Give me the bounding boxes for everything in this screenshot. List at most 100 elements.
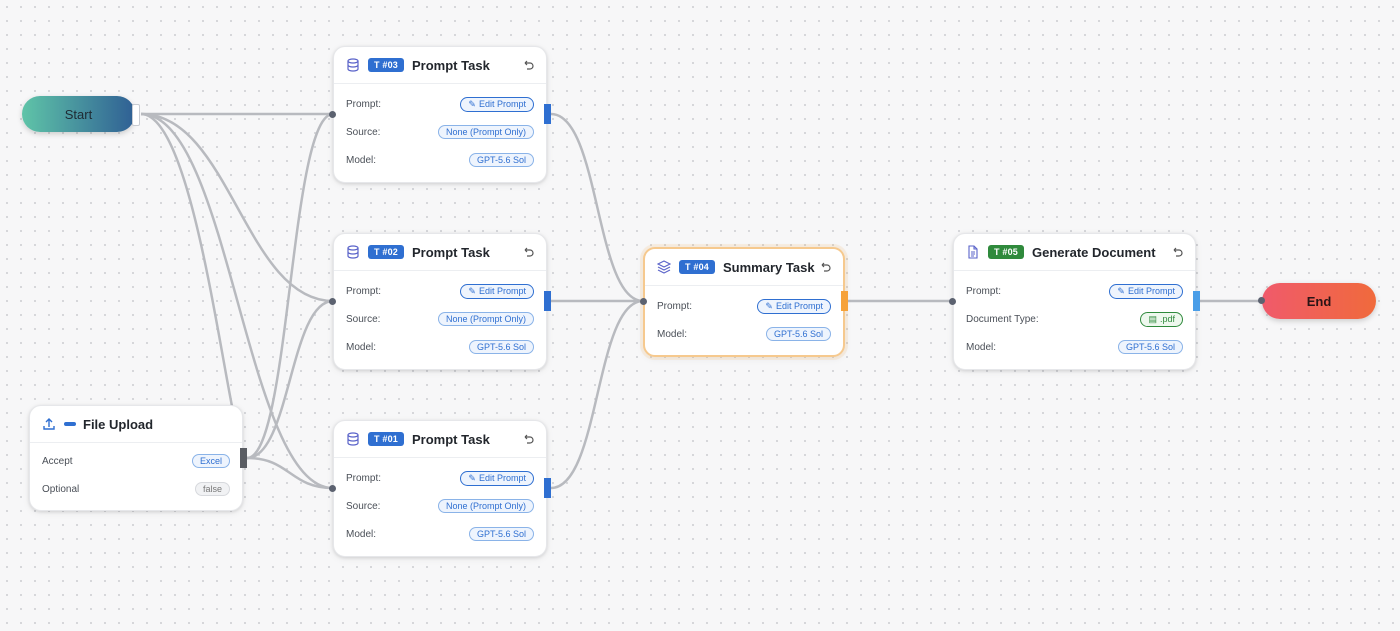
optional-value-badge[interactable]: false <box>194 482 230 496</box>
model-value-badge[interactable]: GPT-5.6 Sol <box>1117 340 1183 354</box>
start-label: Start <box>64 106 93 122</box>
file-icon: ▤ <box>1148 313 1157 324</box>
model-row: Model: GPT-5.6 Sol <box>645 320 843 348</box>
document-type-value: .pdf <box>1159 314 1175 324</box>
start-output-handle[interactable] <box>132 104 140 126</box>
prompt-label: Prompt: <box>346 285 382 297</box>
t04-input-handle[interactable] <box>640 298 647 305</box>
t05-input-handle[interactable] <box>949 298 956 305</box>
source-value-badge[interactable]: None (Prompt Only) <box>437 312 534 326</box>
task-title: Prompt Task <box>412 244 490 260</box>
upload-icon <box>42 417 56 431</box>
prompt-task-node-03[interactable]: T #03 Prompt Task Prompt: ✎ Edit Prompt S… <box>333 46 547 183</box>
end-input-handle[interactable] <box>1258 297 1265 304</box>
task-badge: T #03 <box>368 58 405 72</box>
model-label: Model: <box>346 528 377 540</box>
prompt-row: Prompt: ✎ Edit Prompt <box>334 277 546 305</box>
model-row: Model: GPT-5.6 Sol <box>334 333 546 361</box>
task-title: Prompt Task <box>412 57 490 73</box>
task-title: Summary Task <box>723 259 815 275</box>
source-value-badge[interactable]: None (Prompt Only) <box>437 125 534 139</box>
file-upload-node[interactable]: File Upload Accept Excel Optional false <box>29 405 243 511</box>
edit-prompt-button[interactable]: ✎ Edit Prompt <box>460 470 534 486</box>
generate-document-node-05[interactable]: T #05 Generate Document Prompt: ✎ Edit Pr… <box>953 233 1196 370</box>
edit-prompt-button[interactable]: ✎ Edit Prompt <box>460 283 534 299</box>
upload-optional-row: Optional false <box>30 475 242 503</box>
database-icon <box>346 58 360 72</box>
t02-input-handle[interactable] <box>329 298 336 305</box>
t04-output-handle[interactable] <box>841 291 848 311</box>
model-value-badge[interactable]: GPT-5.6 Sol <box>468 527 534 541</box>
pencil-icon: ✎ <box>1117 285 1125 296</box>
end-label: End <box>1306 293 1332 309</box>
undo-icon[interactable] <box>522 433 534 445</box>
edit-prompt-label: Edit Prompt <box>775 301 823 311</box>
edit-prompt-label: Edit Prompt <box>478 99 526 109</box>
start-node[interactable]: Start <box>22 96 135 132</box>
document-type-row: Document Type: ▤ .pdf <box>954 305 1195 333</box>
model-label: Model: <box>657 328 688 340</box>
model-label: Model: <box>346 341 377 353</box>
pencil-icon: ✎ <box>765 300 773 311</box>
pencil-icon: ✎ <box>468 285 476 296</box>
edit-prompt-button[interactable]: ✎ Edit Prompt <box>757 298 831 314</box>
undo-icon[interactable] <box>1171 246 1183 258</box>
database-icon <box>346 432 360 446</box>
undo-icon[interactable] <box>522 59 534 71</box>
source-label: Source: <box>346 313 381 325</box>
model-row: Model: GPT-5.6 Sol <box>334 520 546 548</box>
task-title: Generate Document <box>1032 244 1156 260</box>
prompt-row: Prompt: ✎ Edit Prompt <box>954 277 1195 305</box>
upload-accept-row: Accept Excel <box>30 447 242 475</box>
model-value-badge[interactable]: GPT-5.6 Sol <box>468 340 534 354</box>
prompt-task-node-01[interactable]: T #01 Prompt Task Prompt: ✎ Edit Prompt S… <box>333 420 547 557</box>
model-label: Model: <box>346 154 377 166</box>
edit-prompt-button[interactable]: ✎ Edit Prompt <box>1109 283 1183 299</box>
source-label: Source: <box>346 126 381 138</box>
model-value-badge[interactable]: GPT-5.6 Sol <box>765 327 831 341</box>
edit-prompt-label: Edit Prompt <box>1127 286 1175 296</box>
t02-output-handle[interactable] <box>544 291 551 311</box>
source-value-badge[interactable]: None (Prompt Only) <box>437 499 534 513</box>
source-label: Source: <box>346 500 381 512</box>
accept-label: Accept <box>42 455 73 467</box>
summary-task-node-04[interactable]: T #04 Summary Task Prompt: ✎ Edit Prompt … <box>643 247 845 357</box>
t03-input-handle[interactable] <box>329 111 336 118</box>
source-row: Source: None (Prompt Only) <box>334 118 546 146</box>
prompt-row: Prompt: ✎ Edit Prompt <box>334 464 546 492</box>
model-label: Model: <box>966 341 997 353</box>
pencil-icon: ✎ <box>468 472 476 483</box>
document-type-label: Document Type: <box>966 313 1039 325</box>
task-badge: T #05 <box>988 245 1025 259</box>
end-node[interactable]: End <box>1262 283 1376 319</box>
upload-bar-icon <box>64 422 76 426</box>
undo-icon[interactable] <box>522 246 534 258</box>
prompt-label: Prompt: <box>346 98 382 110</box>
upload-output-handle[interactable] <box>240 448 247 468</box>
undo-icon[interactable] <box>819 261 831 273</box>
document-type-badge[interactable]: ▤ .pdf <box>1140 311 1183 327</box>
t01-output-handle[interactable] <box>544 478 551 498</box>
edge-t03-t04 <box>550 112 644 303</box>
prompt-label: Prompt: <box>966 285 1002 297</box>
t01-input-handle[interactable] <box>329 485 336 492</box>
edit-prompt-label: Edit Prompt <box>478 286 526 296</box>
t05-output-handle[interactable] <box>1193 291 1200 311</box>
t03-output-handle[interactable] <box>544 104 551 124</box>
model-value-badge[interactable]: GPT-5.6 Sol <box>468 153 534 167</box>
prompt-task-node-02[interactable]: T #02 Prompt Task Prompt: ✎ Edit Prompt S… <box>333 233 547 370</box>
edit-prompt-button[interactable]: ✎ Edit Prompt <box>460 96 534 112</box>
edge-upload-t01 <box>246 456 334 490</box>
task-badge: T #04 <box>679 260 716 274</box>
layers-icon <box>657 260 671 274</box>
task-badge: T #01 <box>368 432 405 446</box>
edge-upload-t03 <box>246 112 334 460</box>
task-title: Prompt Task <box>412 431 490 447</box>
prompt-label: Prompt: <box>346 472 382 484</box>
accept-value-badge[interactable]: Excel <box>191 454 230 468</box>
file-upload-title: File Upload <box>83 416 154 432</box>
optional-label: Optional <box>42 483 80 495</box>
document-icon <box>966 245 980 259</box>
model-row: Model: GPT-5.6 Sol <box>334 146 546 174</box>
task-badge: T #02 <box>368 245 405 259</box>
